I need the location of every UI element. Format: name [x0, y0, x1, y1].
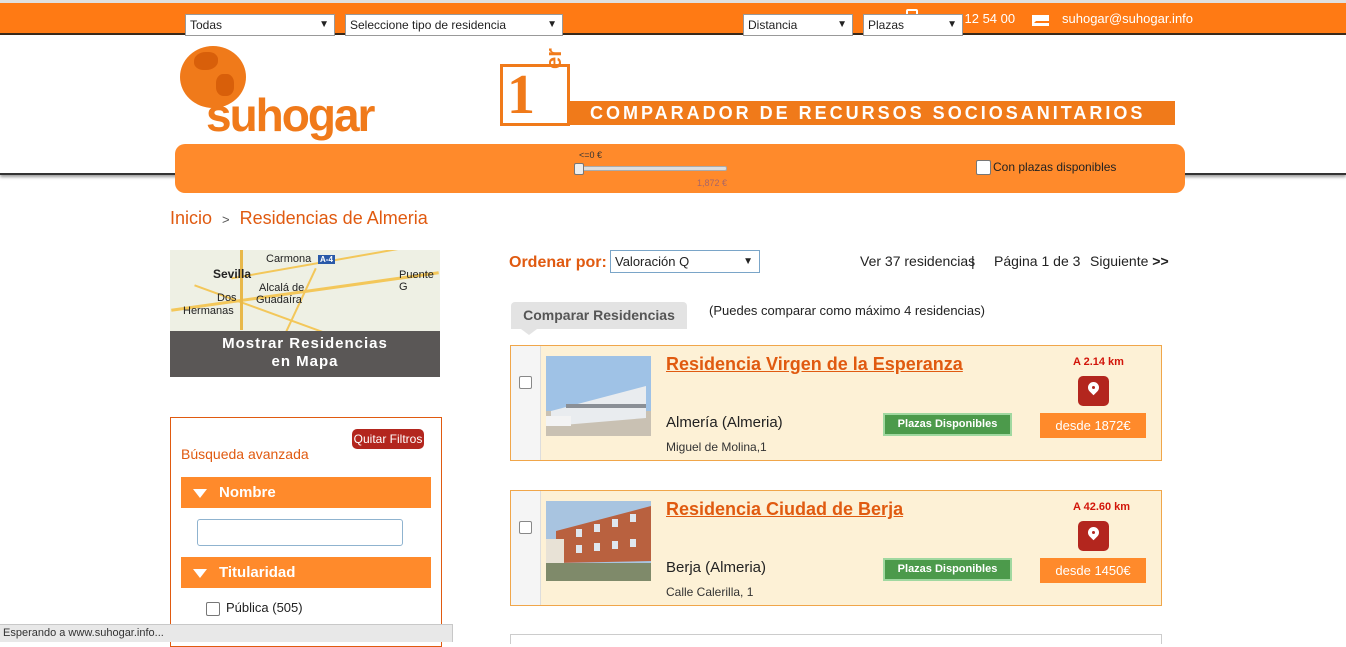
distance-label: A 42.60 km [1073, 501, 1131, 513]
residence-name-link[interactable]: Residencia Virgen de la Esperanza [666, 354, 963, 375]
availability-badge: Plazas Disponibles [883, 558, 1012, 581]
dropdown-arrow-icon: ▼ [947, 19, 957, 30]
name-search-input[interactable] [197, 519, 403, 546]
price-button[interactable]: desde 1872€ [1040, 413, 1146, 438]
dropdown-arrow-icon: ▼ [547, 19, 557, 30]
triangle-down-icon [193, 569, 207, 578]
first-badge: 1 er [500, 48, 570, 126]
triangle-down-icon [193, 489, 207, 498]
residence-photo[interactable] [546, 356, 651, 436]
mail-icon [1032, 15, 1049, 26]
residence-address: Calle Calerilla, 1 [666, 585, 754, 599]
price-button[interactable]: desde 1450€ [1040, 558, 1146, 583]
double-chevron-right-icon: >> [1152, 253, 1169, 269]
map-label: Guadaíra [256, 294, 302, 306]
logo-text: suhogar [206, 89, 375, 141]
page-indicator: Página 1 de 3 [994, 253, 1081, 269]
map-label: Sevilla [213, 267, 252, 281]
advanced-search-panel: Búsqueda avanzada Quitar Filtros Nombre … [170, 417, 442, 647]
checkbox[interactable] [976, 160, 991, 176]
compare-note: (Puedes comparar como máximo 4 residenci… [709, 303, 985, 318]
price-min-label: <=0 € [579, 150, 603, 160]
sort-select[interactable]: Valoración Q ▼ [610, 250, 760, 273]
pager-separator: | [971, 253, 975, 269]
location-select[interactable]: Todas ▼ [185, 14, 335, 36]
sort-bar: Ordenar por: Valoración Q ▼ Ver 37 reside… [509, 250, 1169, 276]
map-pin-icon[interactable] [1078, 521, 1109, 551]
residence-city: Berja (Almeria) [666, 559, 767, 576]
suhogar-logo[interactable]: suhogar [178, 43, 378, 143]
advanced-search-title: Búsqueda avanzada [181, 446, 309, 462]
residence-city: Almería (Almeria) [666, 414, 783, 431]
places-select[interactable]: Plazas ▼ [863, 14, 963, 36]
map-label: Puente G [399, 269, 434, 293]
show-map-button[interactable]: Mostrar Residencias en Mapa [170, 331, 440, 377]
breadcrumb-current[interactable]: Residencias de Almeria [240, 208, 428, 228]
email-link[interactable]: suhogar@suhogar.info [1062, 11, 1193, 26]
map-label: Alcalá de [259, 282, 305, 294]
dropdown-arrow-icon: ▼ [319, 19, 329, 30]
dropdown-arrow-icon: ▼ [743, 256, 753, 267]
map-label: Hermanas [183, 305, 234, 317]
map-pin-icon[interactable] [1078, 376, 1109, 406]
map-widget[interactable]: A-4 Carmona Sevilla Alcalá de Guadaíra D… [170, 250, 440, 377]
price-max-label: 1,872 € [697, 178, 728, 188]
residence-type-select[interactable]: Seleccione tipo de residencia ▼ [345, 14, 563, 36]
distance-select[interactable]: Distancia ▼ [743, 14, 853, 36]
residence-address: Miguel de Molina,1 [666, 440, 767, 454]
availability-badge: Plazas Disponibles [883, 413, 1012, 436]
browser-status-bar: Esperando a www.suhogar.info... [0, 624, 453, 642]
filter-option-publica[interactable]: Pública (505) [206, 600, 303, 616]
slider-handle[interactable] [574, 163, 584, 175]
residence-name-link[interactable]: Residencia Ciudad de Berja [666, 499, 903, 520]
result-card: Residencia Ciudad de Berja Berja (Almeri… [510, 490, 1162, 606]
section-titularidad[interactable]: Titularidad [181, 557, 431, 588]
clear-filters-button[interactable]: Quitar Filtros [352, 429, 424, 449]
dropdown-arrow-icon: ▼ [837, 19, 847, 30]
compare-checkbox[interactable] [519, 521, 532, 534]
slider-track[interactable] [577, 166, 727, 171]
sort-label: Ordenar por: [509, 254, 607, 271]
road-label: A-4 [318, 255, 335, 264]
compare-button[interactable]: Comparar Residencias [511, 302, 687, 335]
distance-label: A 2.14 km [1073, 356, 1124, 368]
available-checkbox[interactable]: Con plazas disponibles [976, 160, 1116, 176]
checkbox[interactable] [206, 601, 220, 616]
breadcrumb: Inicio > Residencias de Almeria [170, 208, 428, 229]
map-label: Carmona [266, 253, 312, 265]
result-card [510, 634, 1162, 644]
breadcrumb-home[interactable]: Inicio [170, 208, 212, 228]
breadcrumb-separator: > [222, 212, 230, 227]
residence-photo[interactable] [546, 501, 651, 581]
section-nombre[interactable]: Nombre [181, 477, 431, 508]
next-page-link[interactable]: Siguiente >> [1090, 253, 1169, 269]
result-card: Residencia Virgen de la Esperanza Almerí… [510, 345, 1162, 461]
map-label: Dos [217, 292, 237, 304]
compare-checkbox[interactable] [519, 376, 532, 389]
results-count: Ver 37 residencias [860, 253, 976, 269]
price-range-slider[interactable]: <=0 € 1,872 € [574, 146, 729, 190]
header-banner: COMPARADOR DE RECURSOS SOCIOSANITARIOS [570, 101, 1175, 125]
